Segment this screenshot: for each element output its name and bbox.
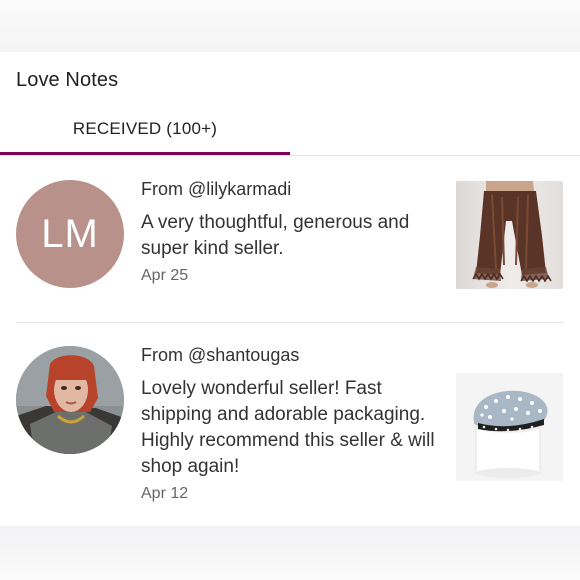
user-profile-photo [16,346,124,454]
page-title: Love Notes [16,69,119,91]
note-sender[interactable]: From @shantougas [141,345,299,366]
tabs-divider [0,155,580,156]
love-notes-card: Love Notes RECEIVED (100+) LM From @lily… [0,0,580,526]
note-date: Apr 25 [141,267,189,284]
tab-received[interactable]: RECEIVED (100+) [0,112,290,156]
love-note-item: From @shantougas Lovely wonderful seller… [0,342,580,522]
avatar[interactable]: LM [16,180,124,288]
listing-thumbnail[interactable] [456,181,563,289]
note-date: Apr 12 [141,485,189,502]
tab-label: RECEIVED (100+) [72,119,218,138]
embellished-beret-photo [456,373,563,481]
note-message: A very thoughtful, generous and super ki… [141,212,410,259]
bottom-backdrop [0,526,580,580]
listing-thumbnail[interactable] [456,373,563,481]
note-sender[interactable]: From @lilykarmadi [141,179,291,200]
love-note-item: LM From @lilykarmadi A very thoughtful, … [0,176,580,324]
row-divider [16,322,564,323]
brown-pants-photo [456,181,563,289]
avatar[interactable] [16,346,124,454]
note-message: Lovely wonderful seller! Fast shipping a… [141,378,435,477]
